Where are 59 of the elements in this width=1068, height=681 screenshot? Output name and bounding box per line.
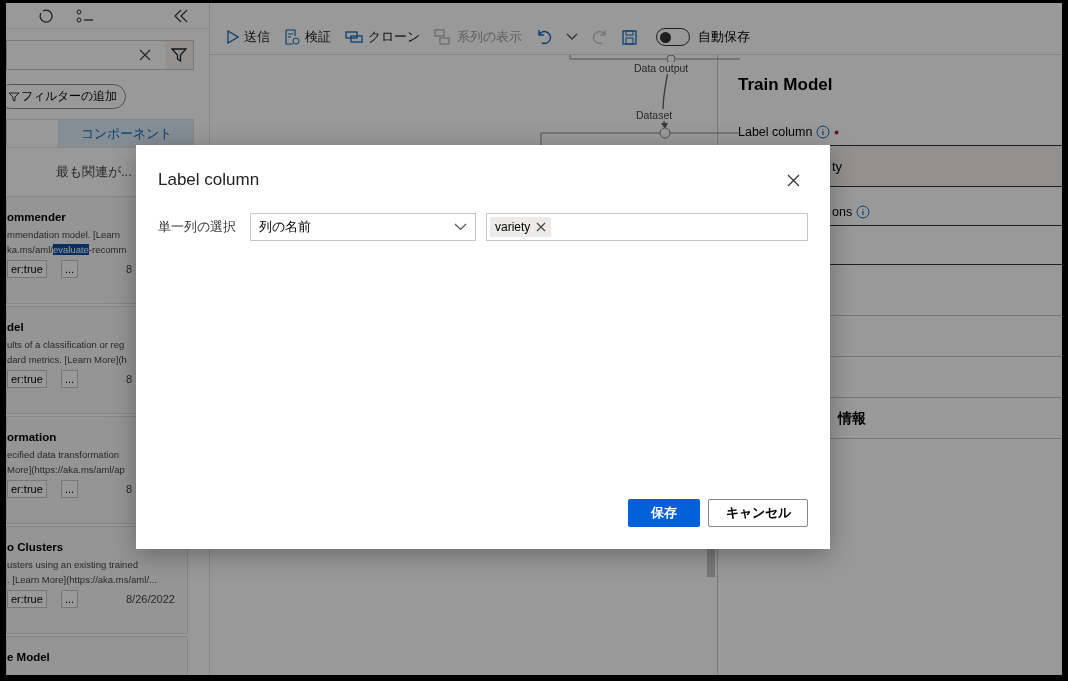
card-title: del bbox=[7, 321, 24, 333]
card-title: ormation bbox=[7, 431, 57, 443]
refresh-icon[interactable] bbox=[38, 7, 54, 24]
copy-icon bbox=[345, 31, 363, 43]
submit-button[interactable]: 送信 bbox=[222, 26, 275, 48]
list-icon[interactable] bbox=[76, 8, 94, 23]
card-description: usters using an existing trained bbox=[7, 558, 138, 572]
column-type-dropdown[interactable]: 列の名前 bbox=[250, 213, 476, 241]
tag[interactable]: er:true bbox=[7, 590, 47, 608]
play-icon bbox=[227, 30, 239, 44]
card-description: More](https://aka.ms/aml/ap bbox=[7, 463, 125, 477]
info-icon[interactable] bbox=[816, 125, 831, 139]
panel-title: Train Model bbox=[738, 75, 834, 96]
card-description: dard metrics. [Learn More](h bbox=[7, 353, 127, 367]
card-title: o Clusters bbox=[7, 541, 64, 553]
sort-label: 最も関連が... bbox=[56, 163, 132, 181]
component-card[interactable]: o Clusters usters using an existing trained . [Learn More](https://aka.ms/aml/... er:true ... 8/26/2022 bbox=[6, 526, 188, 634]
cancel-button[interactable]: キャンセル bbox=[708, 499, 808, 527]
search-field[interactable] bbox=[6, 40, 194, 70]
tag[interactable]: er:true bbox=[7, 370, 47, 388]
close-icon[interactable] bbox=[787, 173, 800, 187]
tag-label: variety bbox=[495, 220, 531, 234]
remove-icon[interactable] bbox=[536, 222, 547, 232]
card-title: e Model bbox=[7, 651, 50, 663]
card-date: 8 bbox=[125, 373, 134, 385]
filter-icon[interactable] bbox=[171, 47, 187, 63]
info-icon[interactable] bbox=[856, 205, 871, 219]
field-label: ons bbox=[832, 205, 853, 219]
column-picker-field[interactable]: variety bbox=[486, 213, 808, 241]
card-description: mmendation model. [Learn bbox=[7, 228, 120, 242]
collapse-icon[interactable] bbox=[173, 8, 189, 23]
component-card[interactable]: e Model bbox=[6, 636, 188, 675]
card-title: ommender bbox=[7, 211, 66, 223]
clear-icon[interactable] bbox=[139, 49, 151, 61]
save-button[interactable]: 保存 bbox=[628, 499, 700, 527]
add-filter-button[interactable]: フィルターの追加 bbox=[6, 84, 126, 109]
tag[interactable]: er:true bbox=[7, 260, 47, 278]
more-tags-button[interactable]: ... bbox=[61, 480, 79, 498]
lineage-icon bbox=[434, 29, 452, 45]
card-description: ults of a classification or reg bbox=[7, 338, 125, 352]
clone-button[interactable]: クローン bbox=[340, 26, 425, 48]
card-description: . [Learn More](https://aka.ms/aml/... bbox=[7, 573, 157, 587]
card-description: ecified data transformation bbox=[7, 448, 119, 462]
card-date: 8 bbox=[125, 263, 134, 275]
scrollbar-thumb[interactable] bbox=[707, 547, 715, 577]
more-tags-button[interactable]: ... bbox=[61, 590, 79, 608]
filter-icon bbox=[9, 91, 19, 102]
card-date: 8 bbox=[125, 483, 134, 495]
more-tags-button[interactable]: ... bbox=[61, 260, 79, 278]
more-tags-button[interactable]: ... bbox=[61, 370, 79, 388]
document-check-icon bbox=[284, 29, 300, 45]
tag[interactable]: er:true bbox=[7, 480, 47, 498]
port-label: Dataset bbox=[636, 109, 673, 121]
validate-button[interactable]: 検証 bbox=[279, 26, 336, 48]
dialog-title: Label column bbox=[158, 170, 260, 190]
field-label: Label column bbox=[738, 125, 813, 139]
card-date: 8/26/2022 bbox=[125, 593, 176, 605]
chevron-icon bbox=[454, 223, 467, 231]
autosave-label: 自動保存 bbox=[698, 28, 750, 46]
